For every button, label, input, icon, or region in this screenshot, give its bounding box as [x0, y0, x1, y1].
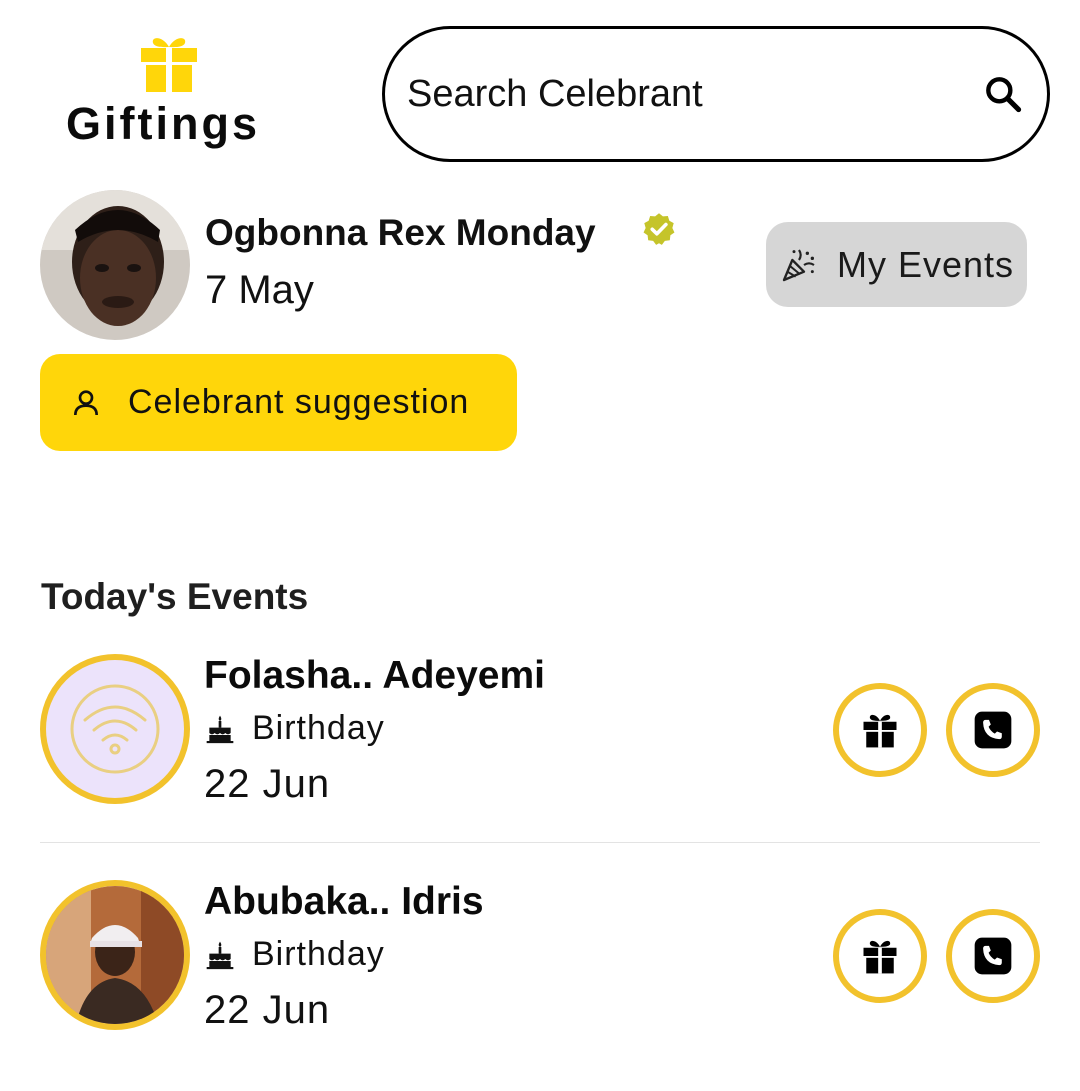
person-icon	[74, 389, 98, 415]
profile-avatar[interactable]	[40, 190, 190, 340]
event-date: 22 Jun	[204, 762, 331, 806]
call-button[interactable]	[946, 909, 1040, 1003]
search-icon[interactable]	[981, 72, 1025, 116]
send-gift-button[interactable]	[833, 683, 927, 777]
event-type-label: Birthday	[252, 709, 385, 747]
profile-date: 7 May	[205, 268, 314, 312]
event-type-label: Birthday	[252, 935, 385, 973]
profile-name: Ogbonna Rex Monday	[205, 212, 596, 253]
call-button[interactable]	[946, 683, 1040, 777]
event-avatar[interactable]	[40, 880, 190, 1030]
event-row[interactable]: Folasha.. Adeyemi Birthday 22 Jun	[0, 654, 1080, 854]
gift-icon	[863, 940, 897, 974]
wifi-placeholder-icon	[70, 684, 160, 774]
verified-badge-icon	[643, 213, 675, 245]
event-avatar[interactable]	[40, 654, 190, 804]
event-type: Birthday	[204, 935, 385, 974]
event-date: 22 Jun	[204, 988, 331, 1032]
divider	[40, 842, 1040, 843]
event-photo	[46, 886, 184, 1024]
event-type: Birthday	[204, 709, 385, 748]
party-popper-icon	[782, 248, 815, 281]
search-bar[interactable]	[382, 26, 1050, 162]
cake-icon	[206, 715, 234, 743]
gift-icon	[863, 714, 897, 748]
celebrant-suggestion-button[interactable]: Celebrant suggestion	[40, 354, 517, 451]
event-name: Folasha.. Adeyemi	[204, 654, 546, 697]
gift-logo-icon	[141, 38, 197, 92]
event-name: Abubaka.. Idris	[204, 880, 484, 923]
brand-title: Giftings	[66, 98, 260, 149]
search-input[interactable]	[405, 71, 981, 117]
phone-icon	[974, 937, 1012, 975]
section-title: Today's Events	[41, 576, 309, 617]
send-gift-button[interactable]	[833, 909, 927, 1003]
event-row[interactable]: Abubaka.. Idris Birthday 22 Jun	[0, 880, 1080, 1080]
cake-icon	[206, 941, 234, 969]
phone-icon	[974, 711, 1012, 749]
celebrant-suggestion-label: Celebrant suggestion	[128, 383, 470, 421]
profile-photo	[40, 190, 190, 340]
my-events-label: My Events	[836, 243, 1015, 285]
my-events-button[interactable]: My Events	[766, 222, 1027, 307]
